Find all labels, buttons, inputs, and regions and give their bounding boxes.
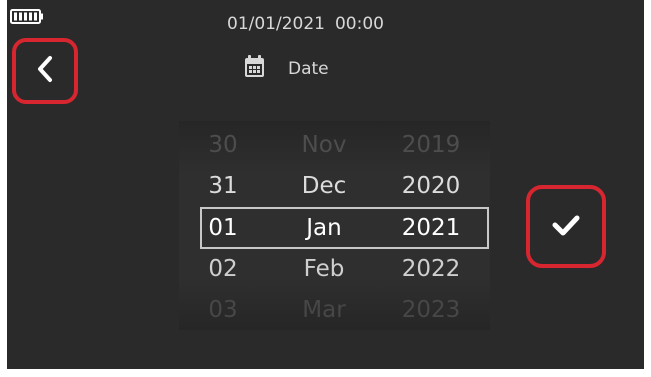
picker-row-selected[interactable]: 01 Jan 2021 [179,208,490,248]
current-datetime: 01/01/2021 00:00 [227,12,427,36]
device-screen: 01/01/2021 00:00 Date 30 Nov 2019 31 Dec… [7,0,644,369]
calendar-icon [244,55,288,83]
year-value[interactable]: 2020 [386,166,476,206]
day-value[interactable]: 31 [193,166,253,206]
year-value[interactable]: 2023 [386,290,476,330]
chevron-left-icon [35,55,55,87]
confirm-button[interactable] [526,185,606,268]
year-value[interactable]: 2022 [386,249,476,289]
current-time: 00:00 [334,14,384,34]
picker-row[interactable]: 31 Dec 2020 [179,166,490,206]
day-value[interactable]: 02 [193,249,253,289]
battery-full-icon [10,9,44,24]
month-value[interactable]: Dec [289,166,359,206]
picker-row[interactable]: 02 Feb 2022 [179,249,490,289]
day-value[interactable]: 03 [193,290,253,330]
checkmark-icon [552,214,580,240]
back-button[interactable] [12,38,78,104]
picker-row[interactable]: 03 Mar 2023 [179,290,490,330]
date-picker-wheel[interactable]: 30 Nov 2019 31 Dec 2020 01 Jan 2021 02 F… [179,121,490,330]
month-value[interactable]: Nov [289,125,359,165]
current-date: 01/01/2021 [227,14,325,34]
day-value[interactable]: 30 [193,125,253,165]
month-value[interactable]: Feb [289,249,359,289]
selected-day-value[interactable]: 01 [193,208,253,248]
screen-mode-label: Date [244,54,329,84]
selected-month-value[interactable]: Jan [289,208,359,248]
year-value[interactable]: 2019 [386,125,476,165]
month-value[interactable]: Mar [289,290,359,330]
picker-row[interactable]: 30 Nov 2019 [179,125,490,165]
mode-title: Date [288,59,329,79]
selected-year-value[interactable]: 2021 [386,208,476,248]
